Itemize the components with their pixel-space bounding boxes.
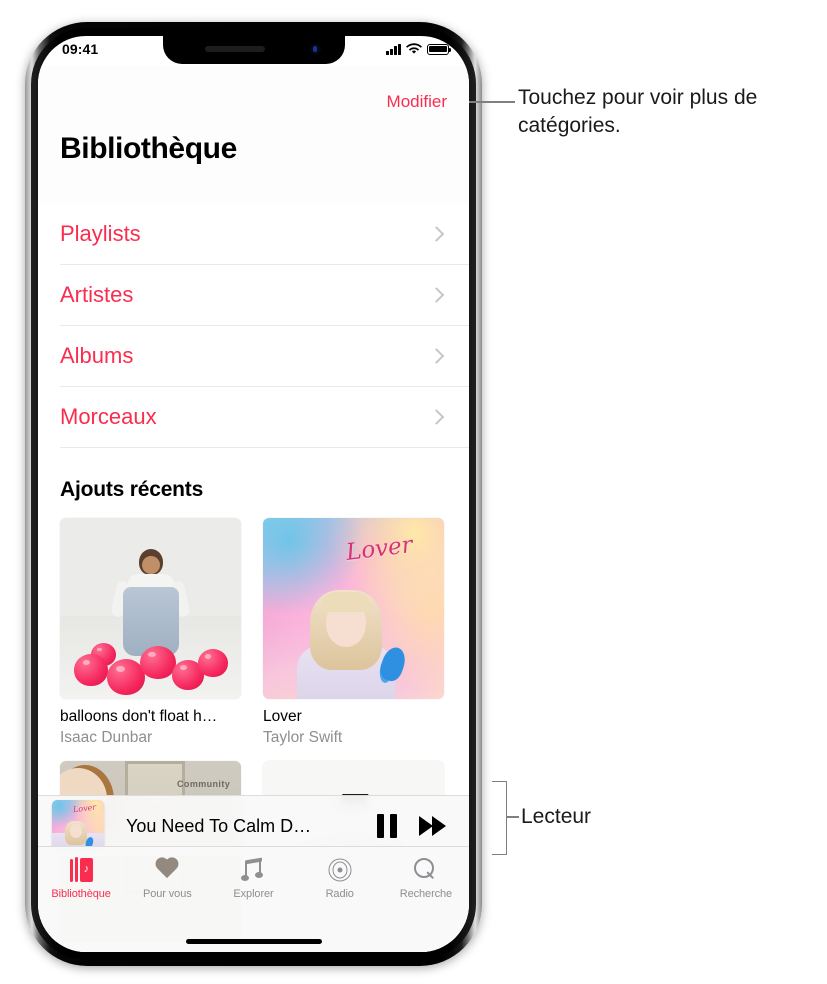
sidebar-item-albums[interactable]: Albums (60, 326, 469, 387)
cellular-signal-icon (386, 43, 401, 55)
earpiece-speaker (204, 46, 265, 52)
tab-recherche[interactable]: Recherche (383, 856, 469, 900)
radio-waves-icon (326, 856, 353, 883)
callout-edit-text: Touchez pour voir plus de catégories. (518, 86, 758, 137)
category-label: Artistes (60, 282, 134, 307)
pause-icon[interactable] (377, 814, 397, 838)
tab-label: Radio (325, 888, 354, 900)
home-indicator[interactable] (185, 939, 322, 944)
page-title: Bibliothèque (60, 132, 237, 165)
album-artist: Isaac Dunbar (60, 729, 153, 746)
album-artist: Taylor Swift (263, 729, 343, 746)
tab-label: Explorer (233, 888, 274, 900)
callout-player-text: Lecteur (521, 805, 592, 828)
mini-player-controls (377, 814, 447, 838)
mini-player-artwork[interactable]: Lover (52, 800, 104, 852)
phone-screen: 09:41 Modifier Bibliothèque Playlists Ar… (38, 36, 469, 952)
tab-bar: ♪ Bibliothèque Pour vous Explorer Radio (38, 846, 469, 952)
album-title: Lover (263, 708, 302, 725)
callout-bracket-player (492, 781, 507, 855)
sidebar-item-artistes[interactable]: Artistes (60, 265, 469, 326)
album-card[interactable]: Lover Lover Taylor Swift (263, 518, 444, 747)
edit-button[interactable]: Modifier (387, 92, 447, 112)
wifi-icon (406, 43, 422, 54)
section-heading-recent: Ajouts récents (60, 478, 204, 501)
tab-label: Pour vous (142, 888, 192, 900)
album-artwork-lover[interactable]: Lover (263, 518, 444, 699)
search-icon (414, 856, 437, 883)
sidebar-item-playlists[interactable]: Playlists (60, 204, 469, 265)
album-artwork-balloons[interactable] (60, 518, 241, 699)
tab-bibliotheque[interactable]: ♪ Bibliothèque (38, 856, 124, 900)
fast-forward-icon[interactable] (419, 816, 447, 836)
tab-explorer[interactable]: Explorer (210, 856, 296, 900)
navigation-bar: Modifier Bibliothèque (38, 66, 469, 204)
library-icon: ♪ (69, 856, 93, 883)
chevron-right-icon (428, 409, 445, 425)
music-note-icon (240, 856, 265, 883)
chevron-right-icon (428, 226, 445, 242)
mini-artwork-script: Lover (72, 802, 97, 815)
chevron-right-icon (428, 348, 445, 364)
battery-icon (427, 43, 452, 55)
front-camera-icon (309, 44, 321, 55)
tab-pour-vous[interactable]: Pour vous (124, 856, 210, 900)
now-playing-title: You Need To Calm D… (126, 815, 312, 836)
sidebar-item-morceaux[interactable]: Morceaux (60, 387, 469, 448)
category-label: Albums (60, 343, 134, 368)
category-label: Morceaux (60, 404, 157, 429)
category-label: Playlists (60, 221, 141, 246)
notch (162, 36, 345, 64)
album-card[interactable]: balloons don't float h… Isaac Dunbar (60, 518, 241, 747)
tab-label: Recherche (399, 888, 453, 900)
album-artwork-word: Community (177, 779, 231, 790)
status-time: 09:41 (62, 41, 99, 57)
heart-icon (154, 856, 180, 883)
album-artwork-script: Lover (344, 532, 415, 567)
callout-leader-line-player (506, 816, 519, 818)
status-indicators (386, 43, 452, 55)
chevron-right-icon (428, 287, 445, 303)
tab-label: Bibliothèque (51, 888, 111, 900)
tab-radio[interactable]: Radio (297, 856, 383, 900)
album-title: balloons don't float h… (60, 708, 218, 725)
